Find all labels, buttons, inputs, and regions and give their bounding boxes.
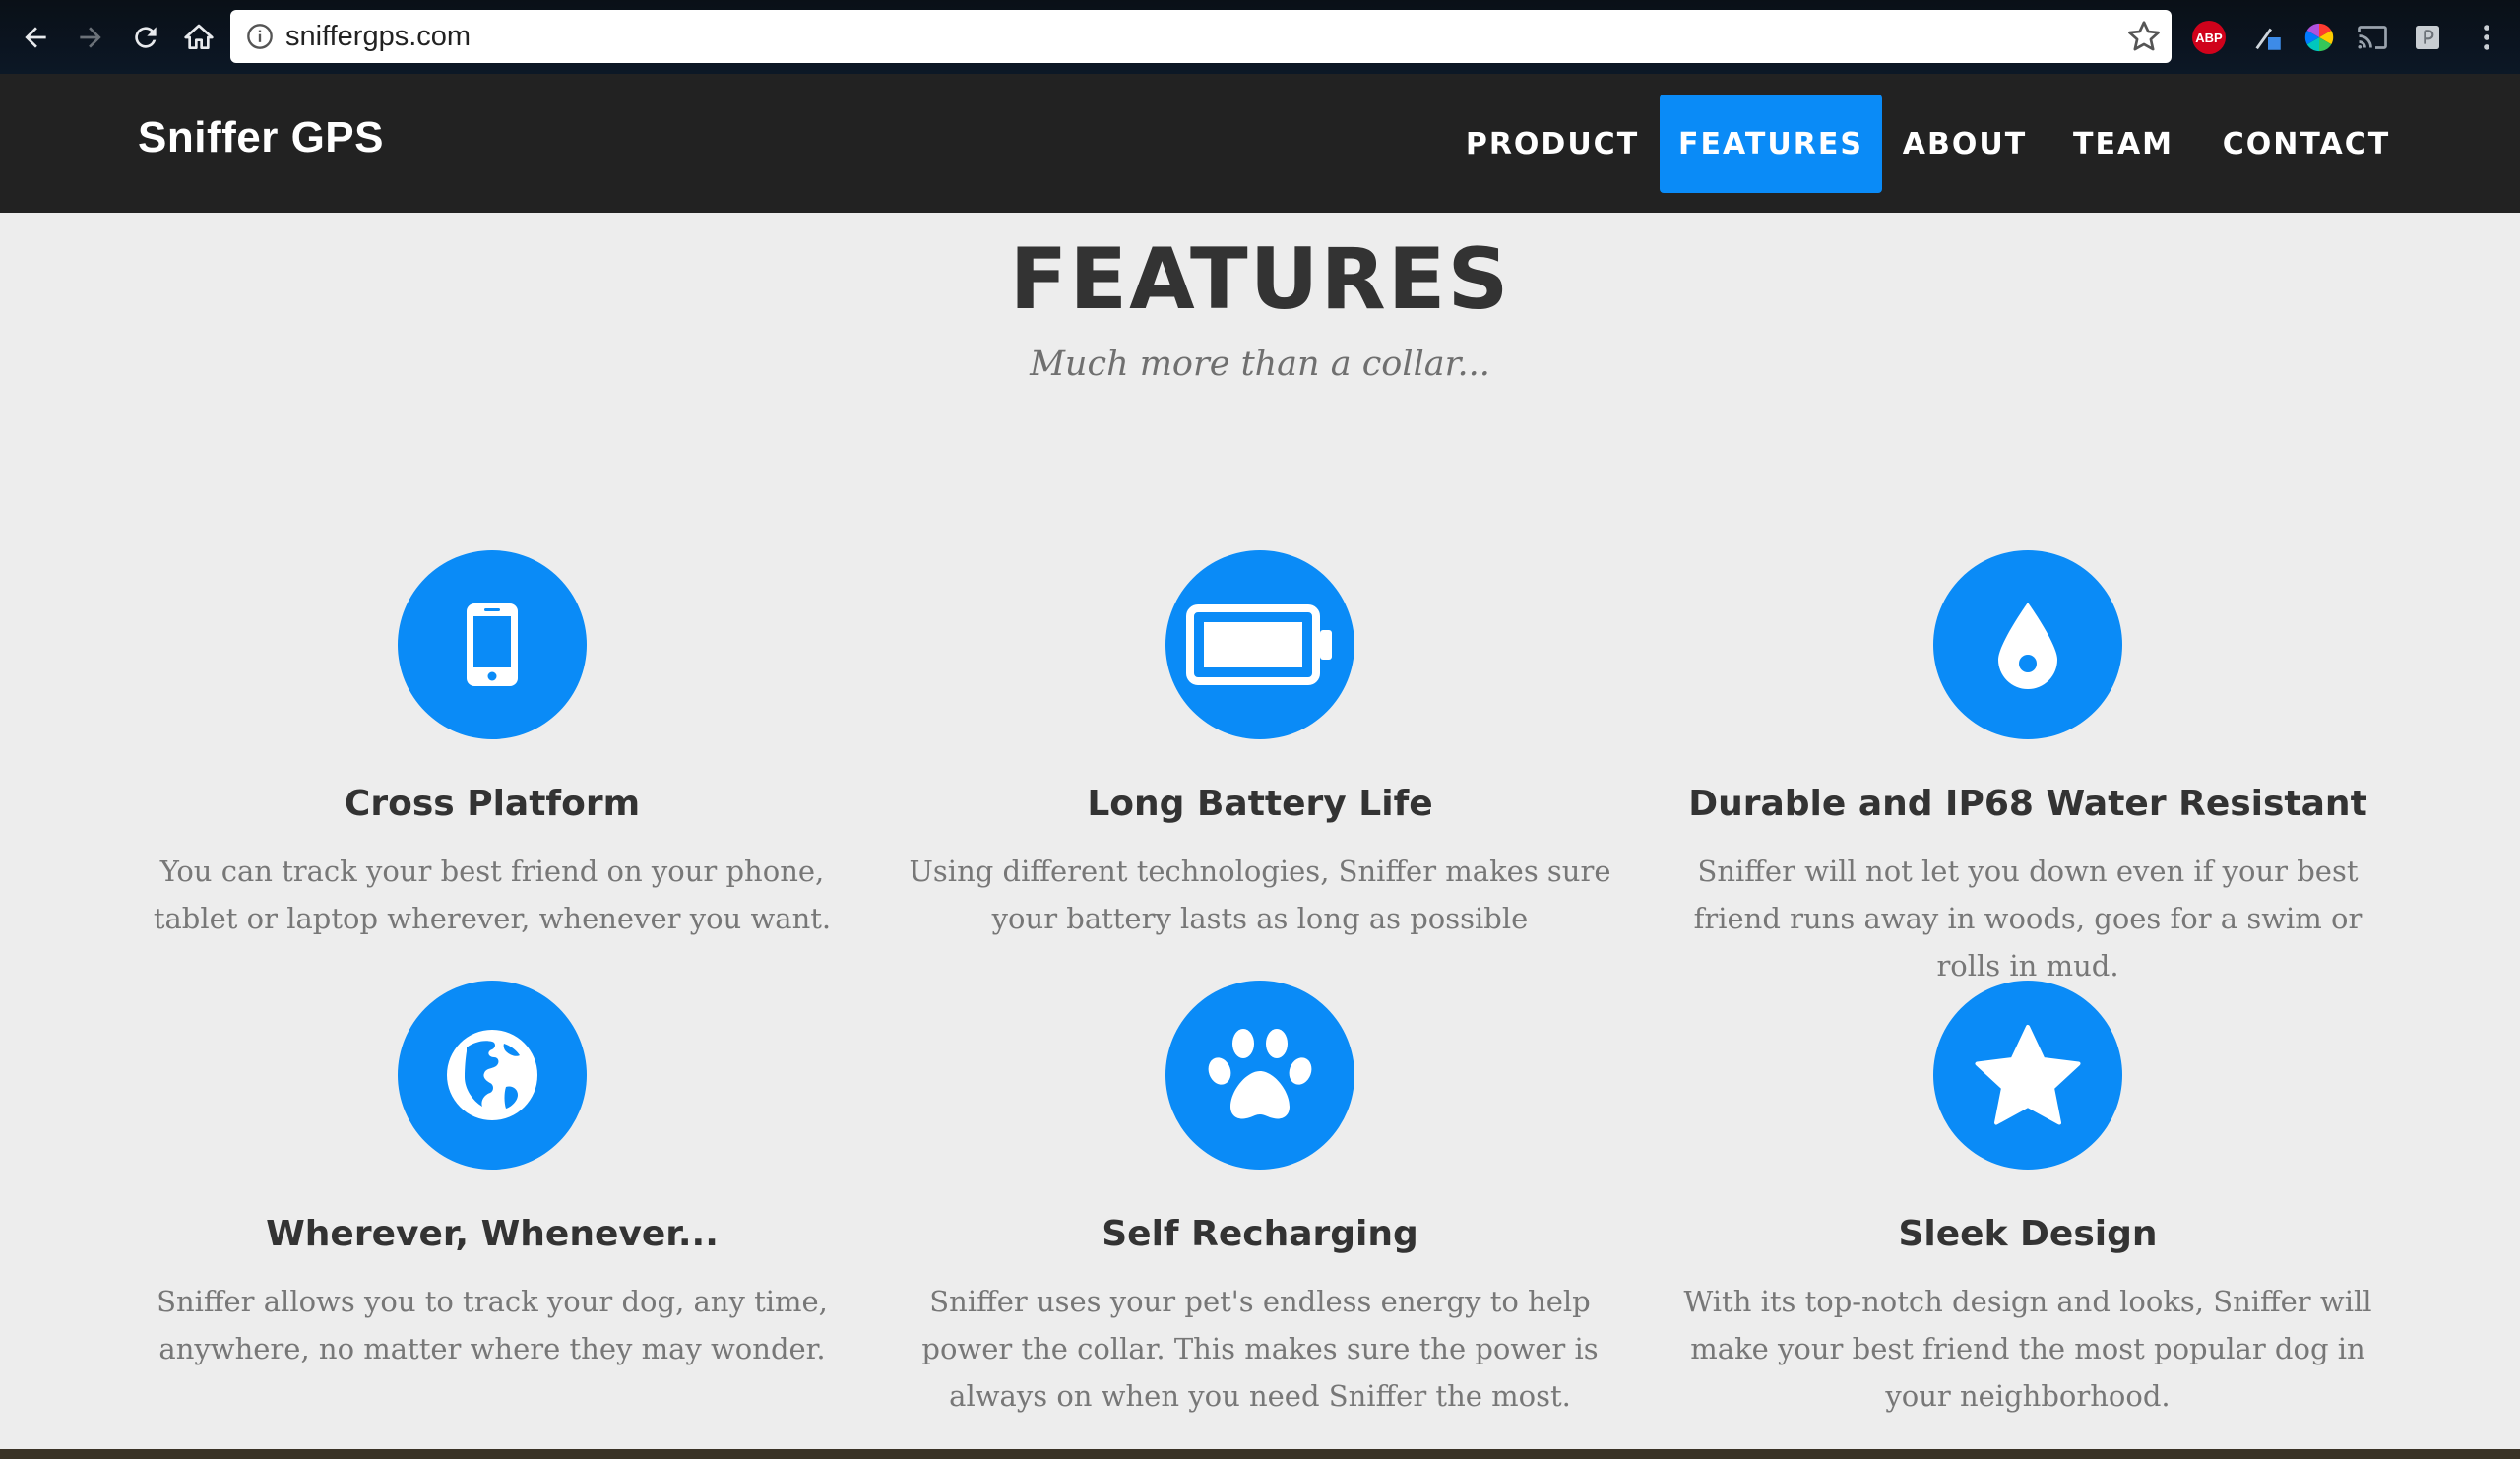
extension-button-2[interactable] [2248, 18, 2288, 57]
nav-item-team[interactable]: TEAM [2049, 95, 2197, 193]
feature-icon-circle [1166, 981, 1354, 1170]
feature-icon-circle [1933, 981, 2122, 1170]
eyedropper-icon [2255, 28, 2281, 50]
cast-icon [2358, 26, 2387, 49]
feature-card: Sleek Design With its top-notch design a… [1644, 981, 2412, 1420]
feature-title: Wherever, Whenever... [266, 1214, 719, 1254]
site-navbar: Sniffer GPS PRODUCT FEATURES ABOUT TEAM … [0, 74, 2520, 213]
info-icon[interactable] [244, 21, 276, 52]
feature-card: Self Recharging Sniffer uses your pet's … [876, 981, 1644, 1420]
feature-description: With its top-notch design and looks, Sni… [1683, 1285, 2372, 1413]
nav-item-contact[interactable]: CONTACT [2209, 95, 2404, 193]
feature-title: Long Battery Life [1087, 784, 1433, 824]
adblock-extension-button[interactable]: ABP [2189, 18, 2229, 57]
back-arrow-icon [25, 27, 46, 48]
cast-button[interactable] [2353, 18, 2392, 57]
feature-title: Durable and IP68 Water Resistant [1688, 784, 2367, 824]
reload-icon [135, 27, 157, 48]
nav-item-product[interactable]: PRODUCT [1457, 95, 1648, 193]
feature-description: Sniffer allows you to track your dog, an… [157, 1285, 828, 1365]
feature-icon-circle [1166, 550, 1354, 739]
feature-title: Self Recharging [1102, 1214, 1418, 1254]
extension-button-5[interactable] [2408, 18, 2447, 57]
feature-icon-circle [398, 981, 587, 1170]
water-drop-icon [1998, 603, 2057, 689]
browser-toolbar: sniffergps.com ABP [0, 0, 2520, 74]
forward-button[interactable] [63, 10, 118, 65]
bookmark-star-icon[interactable] [2126, 19, 2162, 54]
globe-icon [447, 1030, 537, 1120]
nav-item-features[interactable]: FEATURES [1660, 95, 1882, 193]
feature-card: Durable and IP68 Water Resistant Sniffer… [1644, 550, 2412, 989]
battery-icon [1186, 604, 1332, 685]
desktop-background-strip [0, 1449, 2520, 1459]
section-subtitle: Much more than a collar... [1030, 345, 1490, 384]
feature-title: Sleek Design [1898, 1214, 2158, 1254]
feature-description: Sniffer will not let you down even if yo… [1693, 855, 2362, 983]
feature-description: Using different technologies, Sniffer ma… [909, 855, 1611, 935]
forward-arrow-icon [80, 27, 101, 48]
home-button[interactable] [171, 10, 226, 65]
feature-title: Cross Platform [344, 784, 641, 824]
feature-icon-circle [398, 550, 587, 739]
paw-icon [1208, 1029, 1312, 1119]
extension-button-3[interactable] [2300, 18, 2339, 57]
feature-card: Long Battery Life Using different techno… [876, 550, 1644, 942]
adblock-icon: ABP [2192, 21, 2226, 54]
back-button[interactable] [8, 10, 63, 65]
feature-card: Cross Platform You can track your best f… [108, 550, 876, 942]
browser-menu-button[interactable] [2467, 18, 2506, 57]
feature-card: Wherever, Whenever... Sniffer allows you… [108, 981, 876, 1372]
feature-icon-circle [1933, 550, 2122, 739]
feature-description: Sniffer uses your pet's endless energy t… [921, 1285, 1599, 1413]
nav-item-about[interactable]: ABOUT [1894, 95, 2036, 193]
url-text[interactable]: sniffergps.com [285, 21, 471, 53]
features-section: FEATURES Much more than a collar... Cros… [0, 213, 2520, 1449]
star-icon [1975, 1025, 2081, 1125]
color-wheel-icon [2304, 23, 2334, 52]
kebab-menu-icon [2484, 25, 2489, 50]
reload-button[interactable] [118, 10, 173, 65]
brand-logo[interactable]: Sniffer GPS [138, 113, 384, 162]
phone-icon [467, 603, 518, 686]
address-bar[interactable]: sniffergps.com [230, 10, 2172, 63]
section-title: FEATURES [1009, 230, 1511, 329]
extension-icon [2416, 26, 2439, 49]
home-icon [184, 24, 214, 49]
feature-description: You can track your best friend on your p… [153, 855, 832, 935]
